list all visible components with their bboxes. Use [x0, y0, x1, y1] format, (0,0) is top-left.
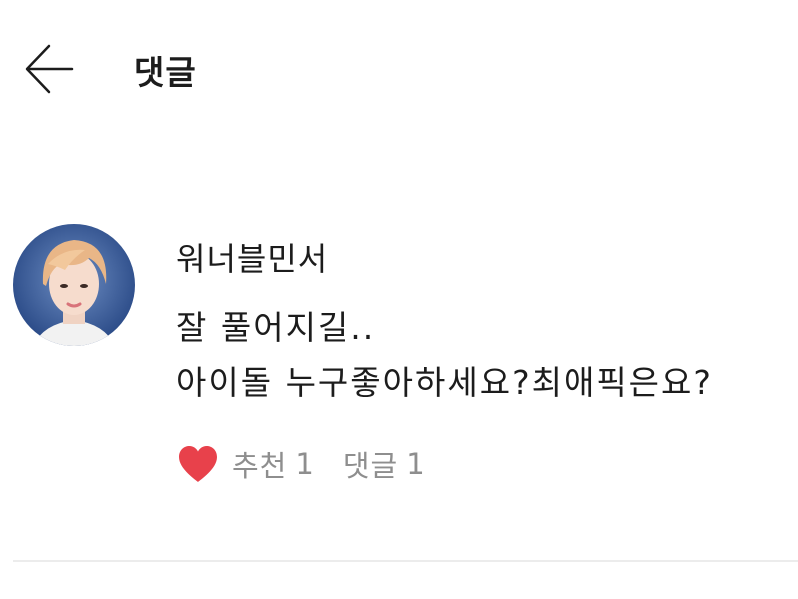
like-button[interactable]: 추천 1	[176, 443, 315, 485]
like-label: 추천	[232, 449, 288, 483]
comment-body: 잘 풀어지길.. 아이돌 누구좋아하세요?최애픽은요?	[176, 300, 713, 410]
arrow-left-icon	[25, 44, 74, 94]
like-count: 1	[295, 447, 315, 481]
comment-author[interactable]: 워너블민서	[176, 234, 328, 280]
reply-count: 1	[406, 447, 426, 481]
back-button[interactable]	[20, 40, 78, 98]
app-header: 댓글	[0, 0, 798, 140]
avatar[interactable]	[13, 224, 135, 346]
reply-button[interactable]: 댓글 1	[343, 443, 426, 485]
comment-actions: 추천 1 댓글 1	[176, 440, 426, 488]
heart-icon	[179, 446, 217, 482]
comment-line: 잘 풀어지길..	[176, 308, 376, 347]
reply-label: 댓글	[342, 449, 399, 483]
comment-line: 아이돌 누구좋아하세요?최애픽은요?	[176, 363, 713, 402]
divider	[13, 560, 798, 562]
page-title: 댓글	[134, 53, 197, 92]
